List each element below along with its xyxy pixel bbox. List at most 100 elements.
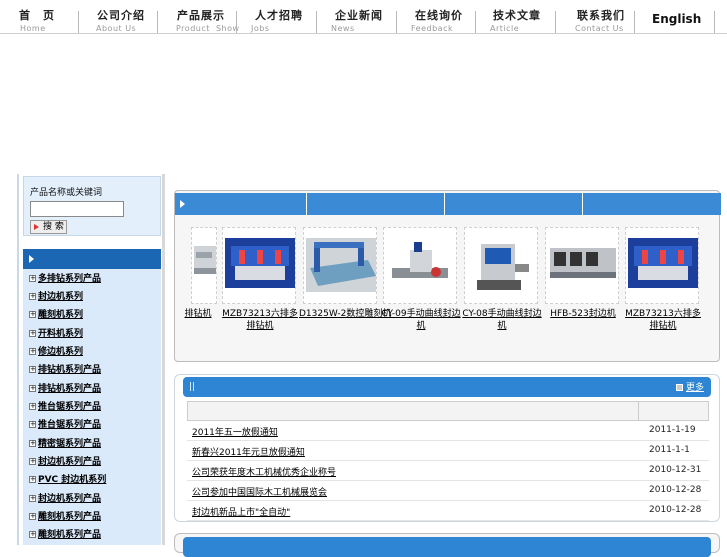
nav-news[interactable]: 企业新闻 News xyxy=(326,8,392,34)
nav-about-sub: About Us xyxy=(96,24,137,33)
category-item[interactable]: + 精密锯系列产品 xyxy=(29,436,101,452)
product-caption[interactable]: CY-09手动曲线封边机 xyxy=(379,308,463,332)
nav-divider xyxy=(78,11,79,33)
expand-icon: + xyxy=(29,347,36,355)
category-item[interactable]: + 推台锯系列产品 xyxy=(29,417,101,433)
expand-icon: + xyxy=(29,310,36,318)
category-label: 雕刻机系列产品 xyxy=(38,530,102,540)
category-label: 开料机系列 xyxy=(38,329,84,339)
category-item[interactable]: + 雕刻机系列产品 xyxy=(29,509,101,525)
category-item[interactable]: + 雕刻机系列 xyxy=(29,307,83,323)
product-thumbnail[interactable] xyxy=(191,227,217,304)
column-divider xyxy=(638,402,639,420)
product-header-bar xyxy=(175,193,721,215)
nav-contact[interactable]: 联系我们 Contact Us xyxy=(568,8,634,34)
category-item[interactable]: + 推台锯系列产品 xyxy=(29,399,101,415)
category-item[interactable]: + 封边机系列 xyxy=(29,289,83,305)
more-icon xyxy=(676,384,683,391)
table-row: 公司荣获年度木工机械优秀企业称号 2010-12-31 xyxy=(187,461,709,481)
product-thumbnail[interactable] xyxy=(222,227,296,304)
news-title[interactable]: 公司参加中国国际木工机械展览会 xyxy=(192,485,327,498)
news-title[interactable]: 2011年五一放假通知 xyxy=(192,425,278,438)
nav-about[interactable]: 公司介绍 About Us xyxy=(88,8,154,34)
category-label: 封边机系列产品 xyxy=(38,494,102,504)
product-caption[interactable]: HFB-523封边机 xyxy=(541,308,625,320)
bar-divider xyxy=(582,193,583,215)
product-caption[interactable]: 排钻机 xyxy=(175,308,221,320)
english-link[interactable]: English xyxy=(652,12,701,26)
category-label: 修边机系列 xyxy=(38,347,84,357)
category-item[interactable]: + 开料机系列 xyxy=(29,326,83,342)
category-item[interactable]: + 排钻机系列产品 xyxy=(29,381,101,397)
nav-divider xyxy=(396,11,397,33)
product-caption[interactable]: MZB73213六排多排钻机 xyxy=(218,308,302,332)
nav-feedback-sub: Feedback xyxy=(411,24,454,33)
expand-icon: + xyxy=(29,274,36,282)
more-label: 更多 xyxy=(686,383,705,393)
category-label: 推台锯系列产品 xyxy=(38,402,102,412)
product-thumbnail[interactable] xyxy=(625,227,699,304)
news-date: 2011-1-19 xyxy=(649,425,696,435)
category-item[interactable]: + 排钻机系列产品 xyxy=(29,362,101,378)
news-header-bar: || 更多 xyxy=(183,377,711,397)
machine-image xyxy=(225,238,295,288)
nav-article[interactable]: 技术文章 Article xyxy=(484,8,550,34)
machine-image xyxy=(306,238,376,292)
product-thumbnail[interactable] xyxy=(383,227,457,304)
nav-jobs-label: 人才招聘 xyxy=(255,9,303,22)
bar-divider xyxy=(444,193,445,215)
machine-image xyxy=(628,238,698,288)
table-row: 封边机新品上市"全自动" 2010-12-28 xyxy=(187,501,709,521)
news-date: 2010-12-28 xyxy=(649,505,702,515)
product-caption[interactable]: MZB73213六排多排钻机 xyxy=(621,308,705,332)
more-link[interactable]: 更多 xyxy=(676,380,704,393)
product-showcase: 排钻机 MZB73213六排多排钻机 D1325W-2数控雕刻机 CY-09手动… xyxy=(174,190,721,362)
news-title[interactable]: 新春兴2011年元旦放假通知 xyxy=(192,445,305,458)
nav-divider xyxy=(157,11,158,33)
machine-image xyxy=(194,246,216,274)
product-caption[interactable]: CY-08手动曲线封边机 xyxy=(460,308,544,332)
category-label: 多排钻系列产品 xyxy=(38,274,102,284)
sidebar: 产品名称或关键词 搜 索 + 多排钻系列产品 + 封边机系列 + 雕刻机系列 + 开料机… xyxy=(17,174,165,545)
news-date: 2010-12-28 xyxy=(649,485,702,495)
category-item[interactable]: + 修边机系列 xyxy=(29,344,83,360)
product-caption[interactable]: D1325W-2数控雕刻机 xyxy=(299,308,391,320)
nav-home[interactable]: 首 页 Home xyxy=(4,8,70,34)
category-label: 封边机系列 xyxy=(38,292,84,302)
category-item[interactable]: + 封边机系列产品 xyxy=(29,491,101,507)
expand-icon: + xyxy=(29,365,36,373)
nav-divider xyxy=(714,11,715,33)
expand-icon: + xyxy=(29,420,36,428)
nav-divider xyxy=(316,11,317,33)
nav-products[interactable]: 产品展示 Product Show xyxy=(168,8,240,34)
category-item[interactable]: + PVC 封边机系列 xyxy=(29,472,106,488)
nav-contact-label: 联系我们 xyxy=(577,9,625,22)
nav-divider xyxy=(634,11,635,33)
search-title: 产品名称或关键词 xyxy=(30,188,103,198)
search-input[interactable] xyxy=(30,201,124,217)
nav-article-label: 技术文章 xyxy=(493,9,541,22)
news-title[interactable]: 公司荣获年度木工机械优秀企业称号 xyxy=(192,465,336,478)
category-label: 雕刻机系列产品 xyxy=(38,512,102,522)
machine-image xyxy=(467,238,537,298)
expand-icon: + xyxy=(29,512,36,520)
product-thumbnail[interactable] xyxy=(303,227,377,304)
nav-divider xyxy=(475,11,476,33)
news-date: 2010-12-31 xyxy=(649,465,702,475)
news-date: 2011-1-1 xyxy=(649,445,690,455)
nav-products-sub: Product Show xyxy=(176,24,240,33)
category-item[interactable]: + 雕刻机系列产品 xyxy=(29,527,101,543)
top-navigation: 首 页 Home 公司介绍 About Us 产品展示 Product Show… xyxy=(0,8,727,34)
product-thumbnail[interactable] xyxy=(545,227,619,304)
expand-icon: + xyxy=(29,530,36,538)
category-item[interactable]: + 多排钻系列产品 xyxy=(29,271,101,287)
category-label: 推台锯系列产品 xyxy=(38,420,102,430)
category-item[interactable]: + 封边机系列产品 xyxy=(29,454,101,470)
search-button[interactable]: 搜 索 xyxy=(30,220,67,234)
nav-feedback[interactable]: 在线询价 Feedback xyxy=(406,8,472,34)
news-title[interactable]: 封边机新品上市"全自动" xyxy=(192,505,290,518)
product-thumbnail[interactable] xyxy=(464,227,538,304)
nav-jobs[interactable]: 人才招聘 Jobs xyxy=(246,8,312,34)
bottom-header-bar xyxy=(183,537,711,557)
expand-icon: + xyxy=(29,329,36,337)
